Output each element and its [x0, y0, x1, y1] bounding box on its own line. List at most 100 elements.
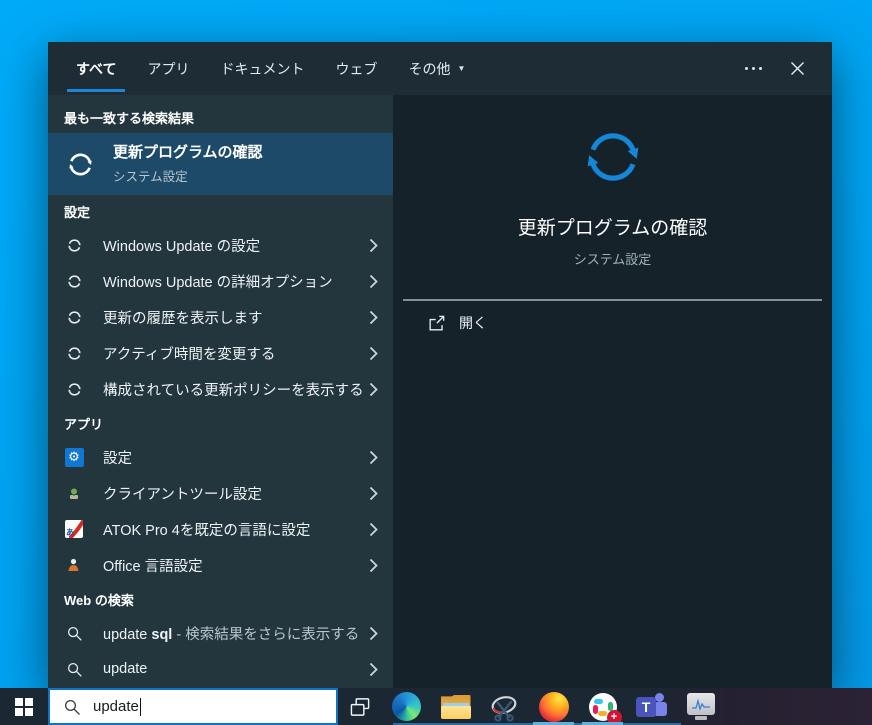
result-label: Windows Update の詳細オプション: [103, 274, 333, 291]
task-view-button[interactable]: [338, 688, 382, 725]
ellipsis-icon: [744, 67, 762, 70]
result-atok-default-language[interactable]: あ ATOK Pro 4を既定の言語に設定: [48, 511, 393, 547]
web-suggestion-update-sql[interactable]: update sql - 検索結果をさらに表示する: [48, 615, 393, 651]
teams-icon: T: [636, 692, 667, 721]
office-language-icon: [60, 558, 88, 572]
result-label: ATOK Pro 4を既定の言語に設定: [103, 522, 311, 539]
tab-apps[interactable]: アプリ: [138, 42, 198, 95]
taskbar-app-edge[interactable]: [382, 688, 431, 725]
more-options-button[interactable]: [736, 52, 770, 86]
taskbar: update + T: [0, 688, 872, 725]
result-label: Windows Update の設定: [103, 238, 261, 255]
web-suggestion-update[interactable]: update: [48, 651, 393, 687]
taskbar-app-slack[interactable]: +: [578, 688, 627, 725]
web-search-section-header: Web の検索: [64, 593, 134, 608]
tab-apps-label: アプリ: [147, 60, 190, 77]
best-match-subtitle: システム設定: [113, 169, 188, 184]
chevron-down-icon: ▼: [457, 64, 466, 73]
result-client-tools-config[interactable]: クライアントツール設定: [48, 475, 393, 511]
search-icon: [64, 699, 80, 715]
open-action[interactable]: 開く: [393, 301, 832, 345]
search-icon: [60, 661, 88, 678]
result-windows-update-advanced[interactable]: Windows Update の詳細オプション: [48, 263, 393, 299]
slack-icon: +: [588, 692, 622, 725]
tab-documents-label: ドキュメント: [220, 60, 305, 77]
chevron-right-icon[interactable]: [363, 310, 383, 325]
taskbar-app-teams[interactable]: T: [627, 688, 676, 725]
tab-more[interactable]: その他 ▼: [399, 42, 474, 95]
taskbar-app-firefox[interactable]: [529, 688, 578, 725]
chevron-right-icon[interactable]: [363, 450, 383, 465]
best-match-result[interactable]: 更新プログラムの確認 システム設定: [48, 133, 393, 195]
result-update-history[interactable]: 更新の履歴を表示します: [48, 299, 393, 335]
result-label: Office 言語設定: [103, 558, 203, 575]
search-results-list: 最も一致する検索結果 更新プログラムの確認 システム設定 設定 Windows …: [48, 95, 393, 688]
edge-icon: [392, 692, 421, 721]
tab-web-label: ウェブ: [335, 60, 378, 77]
atok-icon: あ: [60, 520, 88, 538]
file-explorer-icon: [440, 694, 471, 719]
result-label: 設定: [103, 450, 132, 467]
taskbar-app-snipping-tool[interactable]: [480, 688, 529, 725]
result-office-language-settings[interactable]: Office 言語設定: [48, 547, 393, 583]
system-monitor-icon: [686, 693, 715, 720]
client-tools-icon: [60, 486, 88, 500]
chevron-right-icon[interactable]: [363, 274, 383, 289]
tab-all[interactable]: すべて: [67, 42, 126, 95]
preview-pane: 更新プログラムの確認 システム設定 開く: [393, 95, 832, 688]
chevron-right-icon[interactable]: [363, 382, 383, 397]
result-windows-update-settings[interactable]: Windows Update の設定: [48, 227, 393, 263]
sync-icon-large: [579, 123, 647, 191]
search-icon: [60, 625, 88, 642]
chevron-right-icon[interactable]: [363, 346, 383, 361]
task-view-icon: [350, 697, 369, 716]
chevron-right-icon[interactable]: [363, 662, 383, 677]
settings-section-header: 設定: [64, 205, 91, 220]
open-action-label: 開く: [459, 315, 487, 331]
best-match-header: 最も一致する検索結果: [64, 111, 195, 126]
tab-web[interactable]: ウェブ: [326, 42, 386, 95]
desktop: { "tabs_bar": { "tabs": [ { "label": "すべ…: [0, 0, 872, 725]
preview-title: 更新プログラムの確認: [517, 218, 708, 239]
text-caret: [139, 697, 141, 716]
chevron-right-icon[interactable]: [363, 626, 383, 641]
chevron-right-icon[interactable]: [363, 558, 383, 573]
result-label: クライアントツール設定: [103, 486, 262, 503]
start-button[interactable]: [0, 688, 48, 725]
web-suggestion-label: update: [103, 661, 148, 677]
open-external-icon: [429, 315, 445, 331]
snipping-tool-icon: [489, 692, 521, 722]
apps-section-header: アプリ: [64, 417, 104, 432]
web-suggestion-label: update sql - 検索結果をさらに表示する: [103, 626, 360, 643]
windows-logo-icon: [15, 697, 33, 716]
search-query-text: update: [93, 697, 141, 716]
result-active-hours[interactable]: アクティブ時間を変更する: [48, 335, 393, 371]
sync-icon: [60, 345, 88, 362]
search-tabs-bar: すべて アプリ ドキュメント ウェブ その他 ▼: [48, 42, 832, 95]
best-match-title: 更新プログラムの確認: [113, 144, 263, 162]
result-label: 更新の履歴を表示します: [103, 310, 263, 327]
result-update-policies[interactable]: 構成されている更新ポリシーを表示する: [48, 371, 393, 407]
search-flyout: すべて アプリ ドキュメント ウェブ その他 ▼ 最も一致する検索結果 更新プロ…: [48, 42, 832, 688]
chevron-right-icon[interactable]: [363, 238, 383, 253]
tab-documents[interactable]: ドキュメント: [211, 42, 313, 95]
sync-icon: [60, 273, 88, 290]
result-label: アクティブ時間を変更する: [103, 346, 276, 363]
close-icon: [790, 62, 804, 75]
close-button[interactable]: [780, 52, 814, 86]
taskbar-search-box[interactable]: update: [48, 688, 338, 725]
sync-icon: [60, 149, 100, 180]
chevron-right-icon[interactable]: [363, 486, 383, 501]
taskbar-app-file-explorer[interactable]: [431, 688, 480, 725]
sync-icon: [60, 237, 88, 254]
result-settings-app[interactable]: ⚙ 設定: [48, 439, 393, 475]
preview-subtitle: システム設定: [573, 252, 652, 267]
firefox-icon: [538, 691, 569, 722]
best-match-text: 更新プログラムの確認 システム設定: [113, 143, 263, 184]
settings-gear-icon: ⚙: [60, 447, 88, 467]
chevron-right-icon[interactable]: [363, 522, 383, 537]
tab-all-label: すべて: [76, 60, 117, 77]
tab-more-label: その他: [408, 60, 451, 77]
result-label: 構成されている更新ポリシーを表示する: [103, 382, 363, 399]
taskbar-app-system-monitor[interactable]: [676, 688, 725, 725]
